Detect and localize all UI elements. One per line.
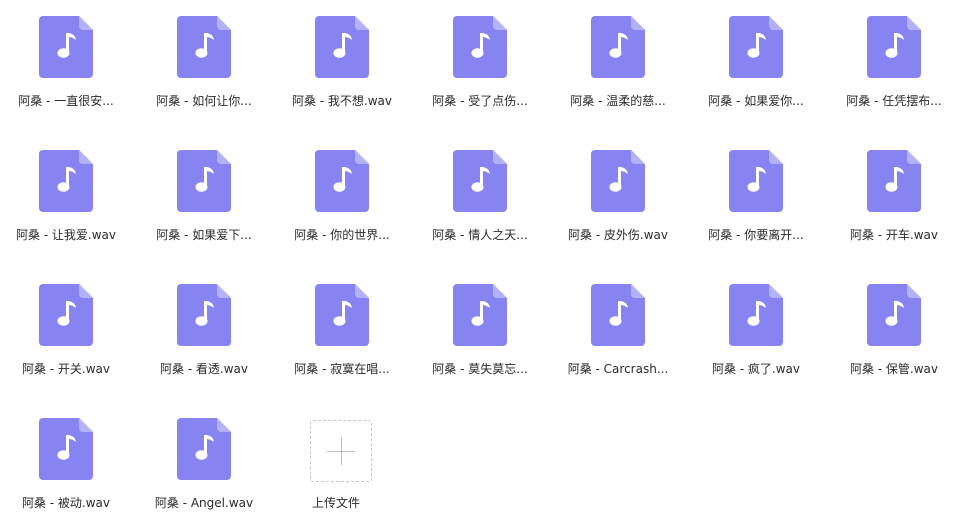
file-name: 阿桑 - 开车.wav xyxy=(849,228,939,242)
music-file-icon xyxy=(177,284,231,346)
file-tile[interactable]: 阿桑 - 如果爱下... xyxy=(138,134,270,264)
file-name: 阿桑 - 你要离开... xyxy=(708,228,804,242)
music-file-icon xyxy=(729,16,783,78)
file-name: 阿桑 - 保管.wav xyxy=(849,362,939,376)
music-file-icon xyxy=(453,150,507,212)
music-file-icon xyxy=(729,284,783,346)
music-file-icon xyxy=(867,150,921,212)
file-tile[interactable]: 阿桑 - 你的世界... xyxy=(276,134,408,264)
file-tile[interactable]: 阿桑 - 开车.wav xyxy=(828,134,960,264)
file-tile[interactable]: 阿桑 - 温柔的慈... xyxy=(552,0,684,130)
music-file-icon xyxy=(315,150,369,212)
music-file-icon xyxy=(315,16,369,78)
music-file-icon xyxy=(177,418,231,480)
file-name: 阿桑 - 疯了.wav xyxy=(711,362,801,376)
file-name: 阿桑 - 温柔的慈... xyxy=(570,94,666,108)
file-name: 阿桑 - 如果爱下... xyxy=(156,228,252,242)
music-file-icon xyxy=(39,418,93,480)
file-name: 阿桑 - 如何让你... xyxy=(156,94,252,108)
file-name: 阿桑 - 任凭摆布... xyxy=(846,94,942,108)
upload-label: 上传文件 xyxy=(311,496,360,510)
music-file-icon xyxy=(39,16,93,78)
file-tile[interactable]: 阿桑 - 莫失莫忘... xyxy=(414,268,546,398)
music-file-icon xyxy=(453,16,507,78)
upload-tile[interactable]: 上传文件 xyxy=(270,402,402,532)
music-file-icon xyxy=(39,150,93,212)
music-file-icon xyxy=(867,16,921,78)
upload-button[interactable] xyxy=(310,420,372,482)
music-file-icon xyxy=(591,284,645,346)
file-name: 阿桑 - 看透.wav xyxy=(159,362,249,376)
file-name: 阿桑 - 如果爱你... xyxy=(708,94,804,108)
file-name: 阿桑 - Carcrash... xyxy=(567,362,669,376)
file-name: 阿桑 - 情人之天... xyxy=(432,228,528,242)
music-file-icon xyxy=(729,150,783,212)
file-name: 阿桑 - 让我爱.wav xyxy=(15,228,117,242)
file-tile[interactable]: 阿桑 - 一直很安... xyxy=(0,0,132,130)
music-file-icon xyxy=(591,16,645,78)
file-name: 阿桑 - 莫失莫忘... xyxy=(432,362,528,376)
file-name: 阿桑 - 皮外伤.wav xyxy=(567,228,669,242)
file-name: 阿桑 - Angel.wav xyxy=(154,496,254,510)
music-file-icon xyxy=(867,284,921,346)
music-file-icon xyxy=(177,16,231,78)
file-tile[interactable]: 阿桑 - 让我爱.wav xyxy=(0,134,132,264)
file-tile[interactable]: 阿桑 - 看透.wav xyxy=(138,268,270,398)
file-tile[interactable]: 阿桑 - Carcrash... xyxy=(552,268,684,398)
file-tile[interactable]: 阿桑 - 你要离开... xyxy=(690,134,822,264)
file-name: 阿桑 - 我不想.wav xyxy=(291,94,393,108)
file-grid: 阿桑 - 一直很安... 阿桑 - 如何让你... 阿桑 - 我不想.wav 阿… xyxy=(0,0,962,519)
file-tile[interactable]: 阿桑 - 保管.wav xyxy=(828,268,960,398)
file-tile[interactable]: 阿桑 - 我不想.wav xyxy=(276,0,408,130)
file-name: 阿桑 - 你的世界... xyxy=(294,228,390,242)
plus-icon xyxy=(341,437,342,465)
file-tile[interactable]: 阿桑 - 皮外伤.wav xyxy=(552,134,684,264)
music-file-icon xyxy=(177,150,231,212)
file-name: 阿桑 - 被动.wav xyxy=(21,496,111,510)
file-name: 阿桑 - 寂寞在唱... xyxy=(294,362,390,376)
file-name: 阿桑 - 受了点伤... xyxy=(432,94,528,108)
music-file-icon xyxy=(315,284,369,346)
file-tile[interactable]: 阿桑 - Angel.wav xyxy=(138,402,270,532)
file-tile[interactable]: 阿桑 - 情人之天... xyxy=(414,134,546,264)
file-tile[interactable]: 阿桑 - 如果爱你... xyxy=(690,0,822,130)
file-name: 阿桑 - 开关.wav xyxy=(21,362,111,376)
file-tile[interactable]: 阿桑 - 寂寞在唱... xyxy=(276,268,408,398)
music-file-icon xyxy=(591,150,645,212)
file-name: 阿桑 - 一直很安... xyxy=(18,94,114,108)
file-tile[interactable]: 阿桑 - 任凭摆布... xyxy=(828,0,960,130)
music-file-icon xyxy=(453,284,507,346)
file-tile[interactable]: 阿桑 - 疯了.wav xyxy=(690,268,822,398)
file-tile[interactable]: 阿桑 - 被动.wav xyxy=(0,402,132,532)
music-file-icon xyxy=(39,284,93,346)
file-tile[interactable]: 阿桑 - 如何让你... xyxy=(138,0,270,130)
file-tile[interactable]: 阿桑 - 开关.wav xyxy=(0,268,132,398)
file-tile[interactable]: 阿桑 - 受了点伤... xyxy=(414,0,546,130)
